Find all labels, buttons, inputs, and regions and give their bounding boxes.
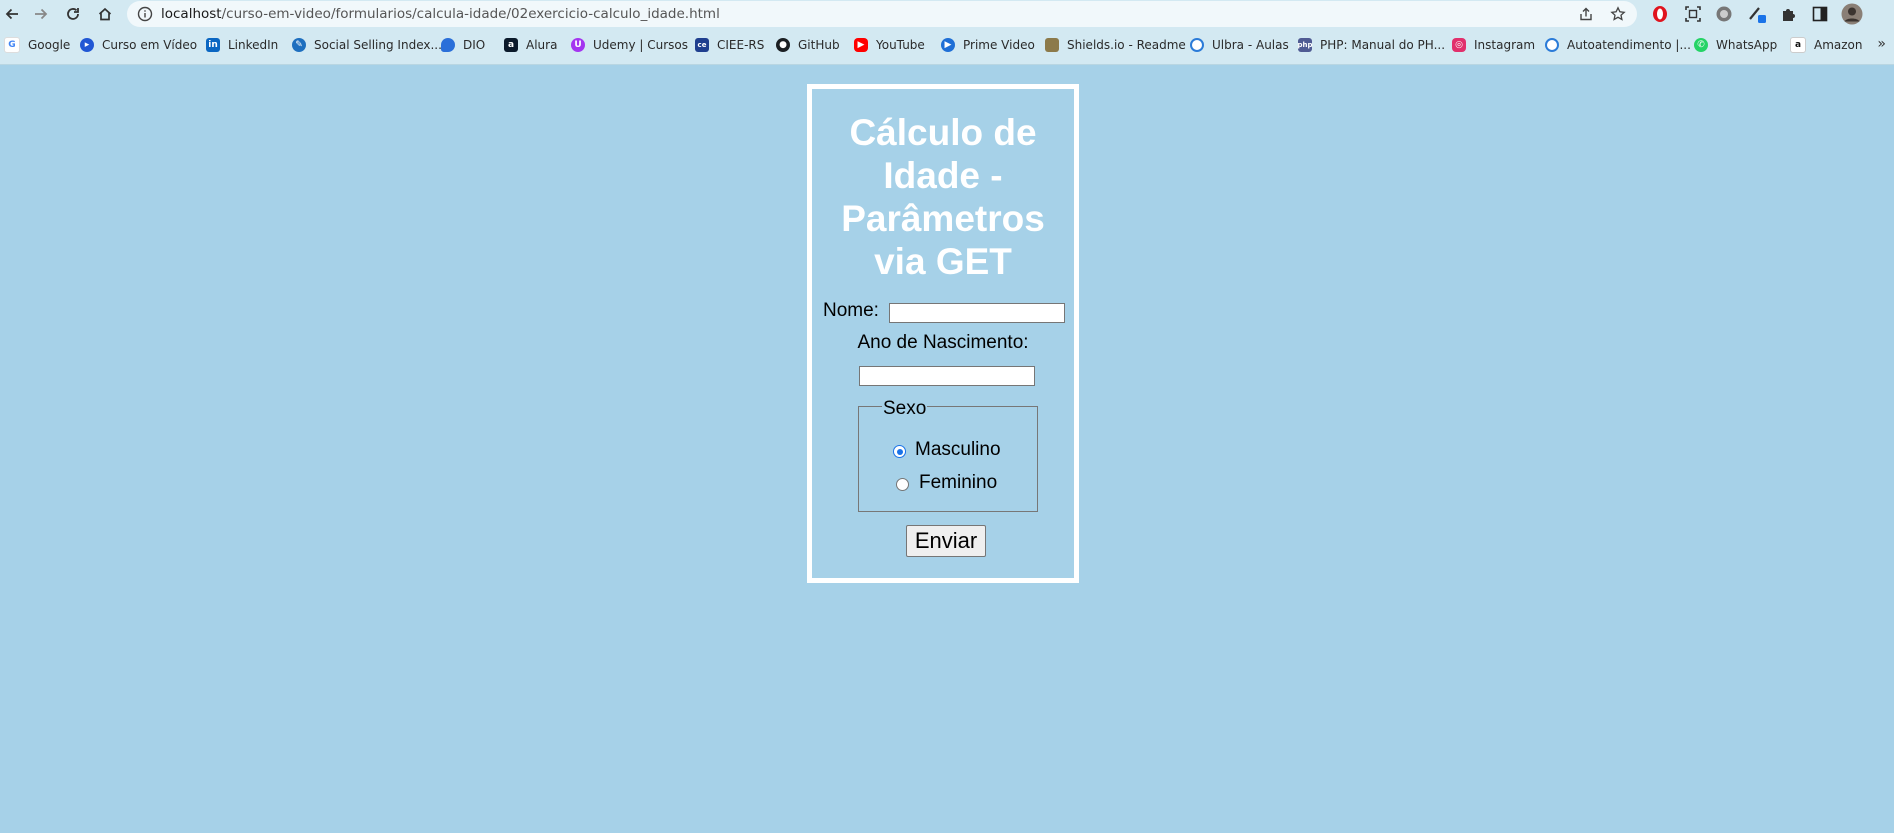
profile-avatar-icon[interactable] xyxy=(1841,3,1863,25)
bookmark-label: Shields.io - Readme xyxy=(1067,38,1186,52)
bookmark-label: Alura xyxy=(526,38,558,52)
bookmark-label: Autoatendimento |... xyxy=(1567,38,1691,52)
dio-icon xyxy=(441,38,455,52)
bookmark-label: Social Selling Index... xyxy=(314,38,442,52)
github-icon: ● xyxy=(776,38,790,52)
back-arrow-icon xyxy=(5,8,18,20)
youtube-icon: ▶ xyxy=(854,38,868,52)
bookmark-ulbra-aulas[interactable]: Ulbra - Aulas xyxy=(1190,36,1289,54)
bookmark-label: Amazon xyxy=(1814,38,1863,52)
ano-nascimento-label: Ano de Nascimento: xyxy=(857,332,1029,353)
bookmark-star-icon[interactable] xyxy=(1609,5,1627,23)
social-selling-icon: ✎ xyxy=(292,38,306,52)
bookmark-label: Udemy | Cursos xyxy=(593,38,689,52)
side-panel-icon[interactable] xyxy=(1809,3,1831,25)
opera-extension-icon[interactable] xyxy=(1649,3,1671,25)
colorpick-extension-icon[interactable] xyxy=(1746,3,1768,25)
sexo-legend: Sexo xyxy=(882,398,928,419)
cursoemvideo-icon: ▸ xyxy=(80,38,94,52)
bookmark-instagram[interactable]: ◎ Instagram xyxy=(1452,36,1535,54)
bookmark-amazon[interactable]: a Amazon xyxy=(1790,36,1863,54)
udemy-icon: U xyxy=(571,38,585,52)
bookmark-label: PHP: Manual do PH... xyxy=(1320,38,1446,52)
bookmark-label: WhatsApp xyxy=(1716,38,1778,52)
radio-feminino[interactable] xyxy=(896,478,909,491)
bookmark-label: Ulbra - Aulas xyxy=(1212,38,1289,52)
bookmark-alura[interactable]: a Alura xyxy=(504,36,557,54)
url-host: localhost xyxy=(161,6,222,22)
alura-icon: a xyxy=(504,38,518,52)
bookmark-linkedin[interactable]: in LinkedIn xyxy=(206,36,278,54)
bookmark-youtube[interactable]: ▶ YouTube xyxy=(854,36,925,54)
instagram-icon: ◎ xyxy=(1452,38,1466,52)
screenshot-extension-icon[interactable] xyxy=(1682,3,1704,25)
page-title: Cálculo de Idade - Parâmetros via GET xyxy=(841,112,1045,282)
bookmark-php-manual[interactable]: php PHP: Manual do PH... xyxy=(1298,36,1445,54)
url-path: /curso-em-video/formularios/calcula-idad… xyxy=(221,6,720,22)
globe-icon xyxy=(1190,38,1204,52)
php-icon: php xyxy=(1298,38,1313,52)
site-info-icon[interactable] xyxy=(137,6,153,22)
radio-masculino[interactable] xyxy=(893,445,906,458)
google-icon: G xyxy=(4,37,20,53)
home-icon xyxy=(98,7,112,21)
browser-toolbar: localhost/curso-em-video/formularios/cal… xyxy=(0,0,1894,28)
shields-icon xyxy=(1045,38,1059,52)
home-button[interactable] xyxy=(93,2,117,26)
more-bookmarks-button[interactable]: » xyxy=(1877,36,1886,52)
globe-icon xyxy=(1545,38,1559,52)
bookmark-label: Prime Video xyxy=(963,38,1035,52)
vpn-extension-icon[interactable] xyxy=(1713,3,1735,25)
bookmark-whatsapp[interactable]: ✆ WhatsApp xyxy=(1694,36,1777,54)
browser-chrome: localhost/curso-em-video/formularios/cal… xyxy=(0,0,1894,65)
bookmark-prime-video[interactable]: ▶ Prime Video xyxy=(941,36,1035,54)
forward-arrow-icon xyxy=(35,8,48,20)
age-form-panel: Cálculo de Idade - Parâmetros via GET No… xyxy=(807,84,1079,583)
extensions-puzzle-icon[interactable] xyxy=(1778,3,1800,25)
bookmark-autoatendimento[interactable]: Autoatendimento |... xyxy=(1545,36,1691,54)
bookmark-label: CIEE-RS xyxy=(717,38,765,52)
bookmark-udemy[interactable]: U Udemy | Cursos xyxy=(571,36,688,54)
bookmark-google[interactable]: G Google xyxy=(4,36,70,54)
bookmark-social-selling[interactable]: ✎ Social Selling Index... xyxy=(292,36,442,54)
bookmark-curso-em-video[interactable]: ▸ Curso em Vídeo xyxy=(80,36,197,54)
bookmark-label: Instagram xyxy=(1474,38,1536,52)
bookmark-dio[interactable]: DIO xyxy=(441,36,485,54)
address-bar[interactable]: localhost/curso-em-video/formularios/cal… xyxy=(127,1,1637,27)
ano-nascimento-input[interactable] xyxy=(859,366,1035,386)
nome-input[interactable] xyxy=(889,303,1065,323)
linkedin-icon: in xyxy=(206,38,220,52)
bookmark-label: LinkedIn xyxy=(228,38,279,52)
share-icon[interactable] xyxy=(1577,5,1595,23)
feminino-label[interactable]: Feminino xyxy=(919,472,997,494)
masculino-label[interactable]: Masculino xyxy=(915,439,1001,461)
amazon-icon: a xyxy=(1790,37,1806,53)
bookmark-label: DIO xyxy=(463,38,486,52)
bookmark-ciee-rs[interactable]: ce CIEE-RS xyxy=(695,36,764,54)
forward-button[interactable] xyxy=(29,2,53,26)
whatsapp-icon: ✆ xyxy=(1694,38,1708,52)
reload-icon xyxy=(67,8,79,20)
bookmark-label: YouTube xyxy=(876,38,925,52)
bookmarks-bar: G Google ▸ Curso em Vídeo in LinkedIn ✎ … xyxy=(0,34,1894,56)
nome-label: Nome: xyxy=(823,300,879,321)
enviar-button[interactable]: Enviar xyxy=(906,525,986,557)
back-button[interactable] xyxy=(0,2,24,26)
prime-video-icon: ▶ xyxy=(941,38,955,52)
ciee-icon: ce xyxy=(695,38,709,52)
bookmark-label: GitHub xyxy=(798,38,840,52)
bookmark-label: Google xyxy=(28,38,71,52)
reload-button[interactable] xyxy=(61,2,85,26)
url-text: localhost/curso-em-video/formularios/cal… xyxy=(161,6,720,22)
bookmark-shields-io[interactable]: Shields.io - Readme xyxy=(1045,36,1186,54)
bookmark-github[interactable]: ● GitHub xyxy=(776,36,840,54)
bookmark-label: Curso em Vídeo xyxy=(102,38,198,52)
